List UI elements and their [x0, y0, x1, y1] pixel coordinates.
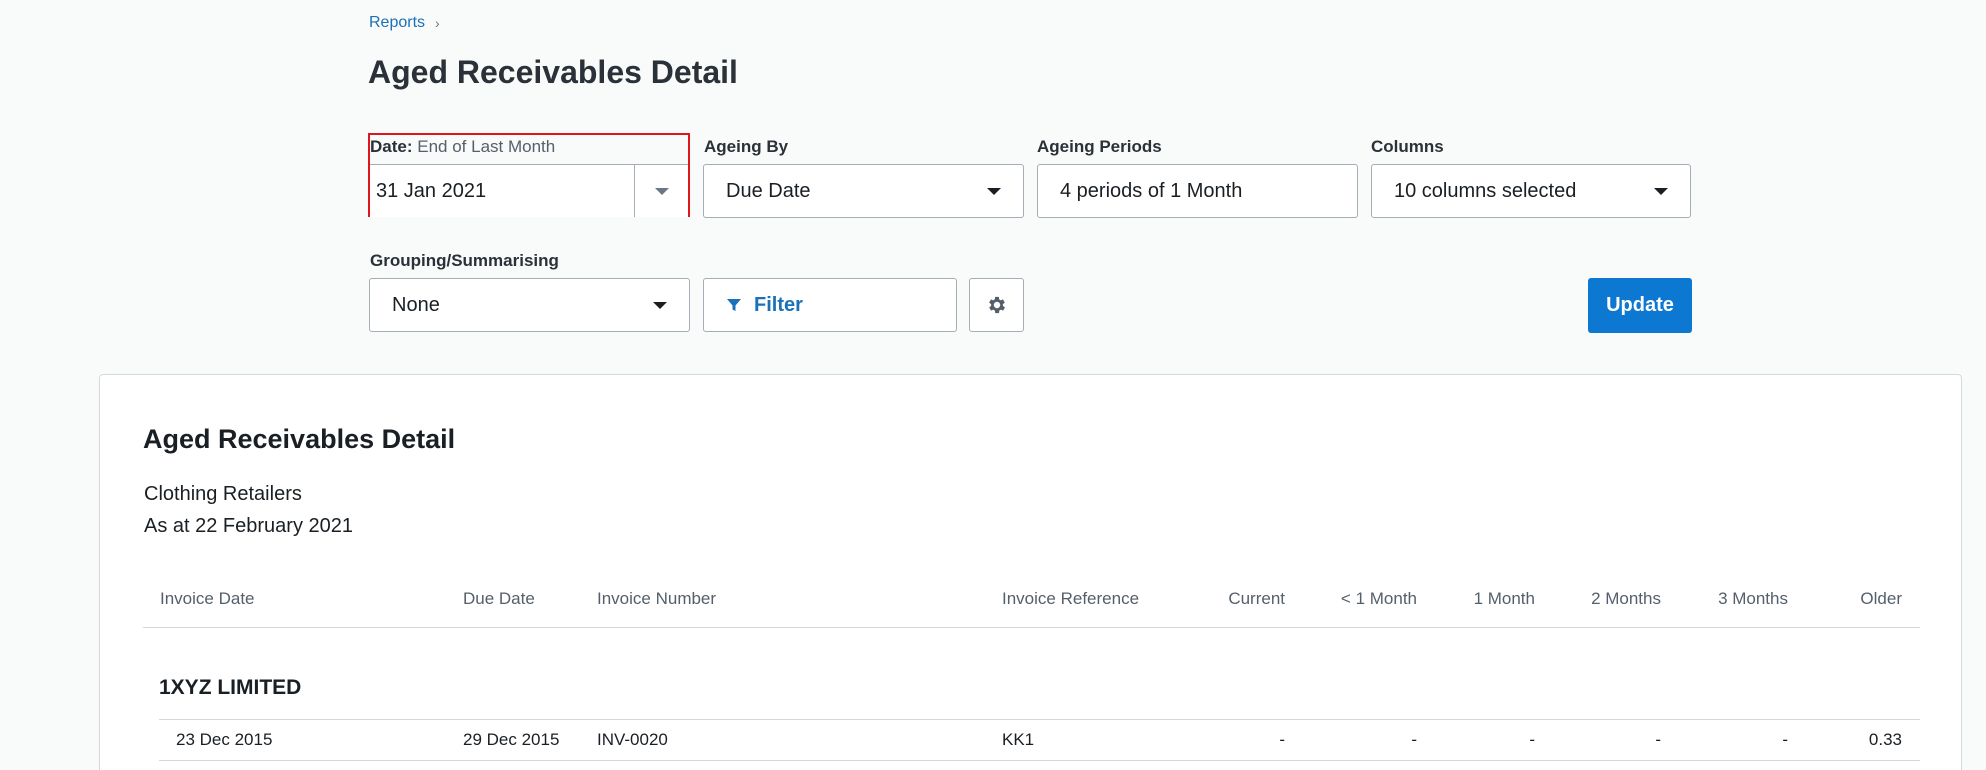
column-header-older[interactable]: Older: [1860, 589, 1902, 609]
date-sub-label: End of Last Month: [417, 137, 556, 156]
column-header-2-months[interactable]: 2 Months: [1591, 589, 1661, 609]
ageing-periods-input[interactable]: 4 periods of 1 Month: [1037, 164, 1358, 218]
chevron-down-icon: [654, 187, 669, 195]
settings-button[interactable]: [969, 278, 1024, 332]
filter-button[interactable]: Filter: [703, 278, 957, 332]
chevron-down-icon: [987, 187, 1001, 195]
update-button[interactable]: Update: [1588, 278, 1692, 333]
column-header-due-date[interactable]: Due Date: [463, 589, 535, 609]
column-header-current[interactable]: Current: [1228, 589, 1285, 609]
date-dropdown[interactable]: 31 Jan 2021: [370, 164, 688, 217]
report-title: Aged Receivables Detail: [143, 424, 456, 454]
date-label: Date: End of Last Month: [370, 137, 555, 157]
date-value[interactable]: 31 Jan 2021: [370, 180, 634, 203]
cell-older: 0.33: [1868, 730, 1902, 749]
header-divider: [143, 627, 1920, 628]
cell-1-month: -: [1529, 730, 1535, 749]
columns-label: Columns: [1371, 137, 1444, 156]
column-header-invoice-reference[interactable]: Invoice Reference: [1002, 589, 1139, 609]
ageing-periods-label: Ageing Periods: [1037, 137, 1162, 156]
gear-icon: [988, 296, 1005, 314]
column-header-invoice-date[interactable]: Invoice Date: [160, 589, 255, 609]
filter-button-label: Filter: [754, 293, 803, 316]
cell-current: -: [1279, 730, 1285, 749]
row-divider: [159, 760, 1920, 761]
column-header-invoice-number[interactable]: Invoice Number: [597, 589, 716, 609]
column-header-lt-1-month[interactable]: < 1 Month: [1341, 589, 1417, 609]
page-title: Aged Receivables Detail: [368, 54, 738, 90]
column-header-1-month[interactable]: 1 Month: [1474, 589, 1535, 609]
breadcrumb-reports-link[interactable]: Reports: [369, 14, 425, 32]
report-as-at: As at 22 February 2021: [144, 515, 354, 537]
cell-reference: KK1: [1002, 730, 1035, 749]
column-header-3-months[interactable]: 3 Months: [1718, 589, 1788, 609]
grouping-label: Grouping/Summarising: [370, 251, 559, 270]
chevron-down-icon: [1654, 187, 1668, 195]
chevron-right-icon: ›: [435, 15, 440, 31]
ageing-by-value: Due Date: [726, 179, 811, 202]
columns-value: 10 columns selected: [1394, 179, 1577, 202]
cell-2-months: -: [1655, 730, 1661, 749]
group-name: 1XYZ LIMITED: [159, 676, 302, 699]
ageing-periods-value: 4 periods of 1 Month: [1060, 179, 1243, 202]
grouping-dropdown[interactable]: None: [369, 278, 690, 332]
group-divider: [159, 719, 1920, 720]
breadcrumb: Reports ›: [369, 14, 440, 32]
cell-lt-1-month: -: [1411, 730, 1417, 749]
date-label-text: Date:: [370, 137, 413, 156]
cell-due-date: 29 Dec 2015: [463, 730, 560, 749]
date-dropdown-toggle[interactable]: [634, 165, 688, 217]
ageing-by-label: Ageing By: [704, 137, 789, 156]
filter-icon: [727, 299, 741, 311]
grouping-value: None: [392, 293, 440, 316]
cell-3-months: -: [1782, 730, 1788, 749]
columns-dropdown[interactable]: 10 columns selected: [1371, 164, 1691, 218]
chevron-down-icon: [653, 301, 667, 309]
cell-invoice-number[interactable]: INV-0020: [597, 730, 668, 750]
cell-invoice-date: 23 Dec 2015: [176, 730, 273, 749]
ageing-by-dropdown[interactable]: Due Date: [703, 164, 1024, 218]
report-organisation: Clothing Retailers: [144, 483, 302, 505]
